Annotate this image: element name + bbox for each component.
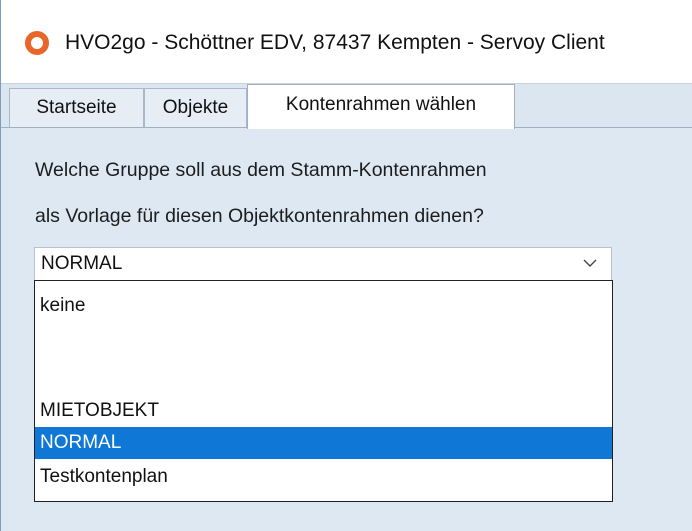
prompt-text-line-2: als Vorlage für diesen Objektkontenrahme… — [35, 205, 484, 227]
content-panel: Welche Gruppe soll aus dem Stamm-Kontenr… — [1, 128, 692, 531]
dropdown-option-mietobjekt[interactable]: MIETOBJEKT — [35, 395, 612, 427]
tab-objekte[interactable]: Objekte — [144, 88, 247, 127]
app-window: HVO2go - Schöttner EDV, 87437 Kempten - … — [0, 0, 692, 531]
app-logo-icon — [25, 31, 49, 55]
dropdown-option-keine[interactable]: keine — [35, 290, 612, 322]
tab-startseite[interactable]: Startseite — [9, 88, 144, 127]
title-bar[interactable]: HVO2go - Schöttner EDV, 87437 Kempten - … — [1, 0, 692, 84]
dropdown-option-normal[interactable]: NORMAL — [35, 427, 612, 459]
prompt-text-line-1: Welche Gruppe soll aus dem Stamm-Kontenr… — [35, 159, 487, 181]
window-title: HVO2go - Schöttner EDV, 87437 Kempten - … — [65, 31, 605, 54]
group-select[interactable]: NORMAL — [34, 247, 612, 281]
tab-bar: Startseite Objekte Kontenrahmen wählen — [1, 84, 692, 129]
group-dropdown-list[interactable]: keine MIETOBJEKT NORMAL Testkontenplan — [34, 280, 613, 502]
dropdown-option-empty[interactable] — [35, 325, 612, 375]
group-select-value: NORMAL — [41, 253, 123, 274]
dropdown-option-testkontenplan[interactable]: Testkontenplan — [35, 461, 612, 493]
tab-kontenrahmen-waehlen[interactable]: Kontenrahmen wählen — [247, 84, 515, 129]
chevron-down-icon[interactable] — [583, 258, 597, 268]
